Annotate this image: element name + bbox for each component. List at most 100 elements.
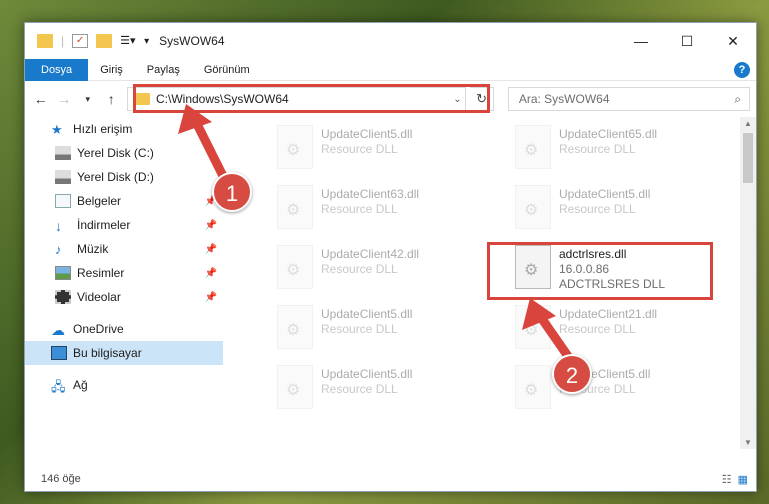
file-description: Resource DLL — [321, 202, 398, 216]
step-badge-1: 1 — [212, 172, 252, 212]
sidebar-item-label: İndirmeler — [77, 218, 131, 232]
sidebar-item-documents[interactable]: Belgeler 📌 — [25, 189, 223, 213]
details-view-icon[interactable]: ☷ — [722, 473, 732, 486]
file-name: UpdateClient63.dll — [321, 187, 420, 201]
forward-arrow-icon[interactable]: → — [55, 91, 75, 107]
sidebar-item-local-disk-c[interactable]: Yerel Disk (C:) — [25, 141, 223, 165]
sidebar-item-this-pc[interactable]: Bu bilgisayar — [25, 341, 223, 365]
address-bar[interactable]: C:\Windows\SysWOW64 ⌄ — [127, 87, 467, 111]
file-name: UpdateClient5.dll — [321, 127, 413, 141]
folder-icon[interactable] — [37, 34, 53, 48]
dll-file-icon — [277, 125, 313, 169]
customize-toolbar-icon[interactable]: ▾ — [144, 36, 149, 47]
computer-icon — [51, 346, 67, 360]
sidebar-item-label: Ağ — [73, 378, 88, 392]
dll-file-icon — [277, 365, 313, 409]
tab-view[interactable]: Görünüm — [192, 59, 262, 81]
sidebar-item-videos[interactable]: Videolar 📌 — [25, 285, 223, 309]
navigation-bar: ← → ▾ ↑ C:\Windows\SysWOW64 ⌄ ↻ Ara: Sys… — [25, 81, 756, 117]
up-arrow-icon[interactable]: ↑ — [102, 91, 122, 107]
new-folder-icon[interactable] — [96, 34, 113, 48]
star-icon: ★ — [51, 122, 63, 137]
video-icon — [55, 290, 71, 304]
sidebar-item-label: Yerel Disk (C:) — [77, 146, 154, 160]
chevron-down-icon[interactable]: ⌄ — [449, 94, 465, 105]
sidebar-item-quick-access[interactable]: ★ Hızlı erişim — [25, 117, 223, 141]
pin-icon[interactable]: 📌 — [205, 220, 217, 231]
search-placeholder: Ara: SysWOW64 — [518, 92, 610, 106]
file-item[interactable]: UpdateClient42.dllResource DLL — [255, 241, 475, 293]
file-description: Resource DLL — [559, 322, 636, 336]
file-item[interactable]: UpdateClient63.dllResource DLL — [255, 181, 475, 233]
file-description: ADCTRLSRES DLL — [559, 277, 666, 291]
sidebar-item-label: Hızlı erişim — [73, 122, 133, 136]
step-badge-2: 2 — [552, 354, 592, 394]
cloud-icon: ☁ — [51, 322, 65, 338]
dll-file-icon — [515, 365, 551, 409]
tab-file[interactable]: Dosya — [25, 58, 89, 81]
maximize-button[interactable]: ☐ — [664, 23, 710, 59]
pin-icon[interactable]: 📌 — [205, 268, 217, 279]
recent-locations-icon[interactable]: ▾ — [78, 94, 98, 105]
window-title: SysWOW64 — [159, 34, 225, 48]
address-path[interactable]: C:\Windows\SysWOW64 — [156, 92, 449, 106]
scroll-up-icon[interactable]: ▲ — [740, 119, 756, 128]
sidebar-item-local-disk-d[interactable]: Yerel Disk (D:) — [25, 165, 223, 189]
file-item[interactable]: UpdateClient5.dllResource DLL — [493, 181, 713, 233]
ribbon-tabs: Dosya Giriş Paylaş Görünüm ? — [25, 58, 756, 81]
file-item[interactable]: UpdateClient21.dllResource DLL — [493, 301, 713, 353]
folder-icon — [134, 93, 150, 105]
tab-home[interactable]: Giriş — [88, 59, 135, 81]
minimize-button[interactable]: — — [618, 23, 664, 59]
dll-file-icon — [515, 185, 551, 229]
file-name: UpdateClient21.dll — [559, 307, 658, 321]
sidebar-item-pictures[interactable]: Resimler 📌 — [25, 261, 223, 285]
file-name: adctrlsres.dll — [559, 247, 627, 261]
explorer-window: | ✓ ☰▾ ▾ SysWOW64 — ☐ ✕ Dosya Giriş Payl… — [24, 22, 757, 492]
refresh-button[interactable]: ↻ — [470, 87, 494, 111]
sidebar-item-music[interactable]: ♪ Müzik 📌 — [25, 237, 223, 261]
file-item[interactable]: UpdateClient5.dllResource DLL — [255, 361, 475, 413]
file-description: Resource DLL — [559, 202, 636, 216]
sidebar-item-label: Müzik — [77, 242, 109, 256]
title-bar: | ✓ ☰▾ ▾ SysWOW64 — ☐ ✕ — [25, 23, 756, 59]
scroll-thumb[interactable] — [743, 133, 753, 183]
file-item[interactable]: UpdateClient5.dllResource DLL — [493, 361, 713, 413]
pictures-icon — [55, 266, 71, 280]
sidebar-item-network[interactable]: 🖧 Ağ — [25, 373, 223, 397]
drive-icon — [55, 146, 71, 160]
large-icons-view-icon[interactable]: ▦ — [738, 473, 748, 486]
file-description: Resource DLL — [321, 262, 398, 276]
pin-icon[interactable]: 📌 — [205, 292, 217, 303]
scroll-down-icon[interactable]: ▼ — [740, 438, 756, 447]
music-icon: ♪ — [55, 242, 62, 257]
close-button[interactable]: ✕ — [710, 23, 756, 59]
help-icon[interactable]: ? — [734, 61, 750, 78]
search-box[interactable]: Ara: SysWOW64 ⌕ — [507, 87, 750, 111]
dll-file-icon — [277, 185, 313, 229]
dll-file-icon — [515, 125, 551, 169]
file-item[interactable]: UpdateClient5.dllResource DLL — [255, 121, 475, 173]
file-item[interactable]: UpdateClient65.dllResource DLL — [493, 121, 713, 173]
search-icon[interactable]: ⌕ — [734, 92, 741, 107]
file-item-adctrlsres[interactable]: adctrlsres.dll 16.0.0.86 ADCTRLSRES DLL — [493, 241, 713, 293]
view-options-icon[interactable]: ☰▾ — [120, 34, 136, 48]
back-arrow-icon[interactable]: ← — [31, 91, 51, 107]
pin-icon[interactable]: 📌 — [205, 244, 217, 255]
quick-access-toolbar: | ✓ ☰▾ ▾ — [37, 34, 149, 48]
file-description: Resource DLL — [559, 142, 636, 156]
sidebar-item-onedrive[interactable]: ☁ OneDrive — [25, 317, 223, 341]
sidebar-item-label: OneDrive — [73, 322, 124, 336]
file-name: UpdateClient5.dll — [321, 367, 413, 381]
sidebar-item-downloads[interactable]: ↓ İndirmeler 📌 — [25, 213, 223, 237]
tab-share[interactable]: Paylaş — [135, 59, 192, 81]
network-icon: 🖧 — [51, 379, 66, 394]
document-icon — [55, 194, 71, 208]
file-item[interactable]: UpdateClient5.dllResource DLL — [255, 301, 475, 353]
window-controls: — ☐ ✕ — [618, 23, 756, 59]
vertical-scrollbar[interactable]: ▲ ▼ — [740, 117, 756, 449]
properties-icon[interactable]: ✓ — [72, 34, 89, 48]
sidebar-item-label: Resimler — [77, 266, 125, 280]
